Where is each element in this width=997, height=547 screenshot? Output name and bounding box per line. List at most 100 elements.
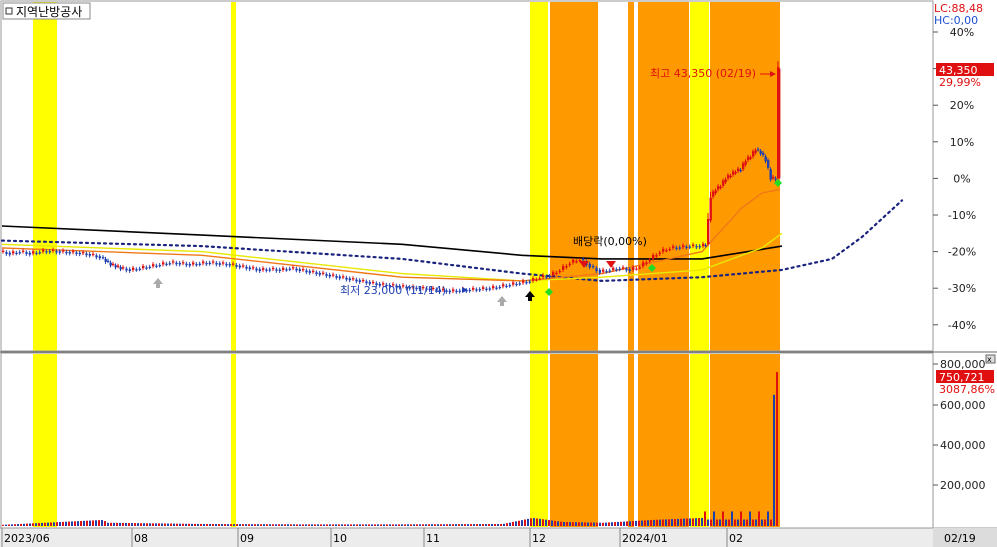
volume-bar <box>269 524 271 526</box>
volume-bar <box>578 522 580 526</box>
volume-bar <box>383 524 385 526</box>
highlight-band <box>530 2 548 351</box>
candle-body <box>45 251 48 253</box>
volume-bar <box>674 519 676 526</box>
volume-bar <box>188 523 190 526</box>
volume-bar <box>293 524 295 526</box>
volume-bar <box>365 524 367 526</box>
candle-body <box>288 268 292 270</box>
volume-bar <box>92 520 94 526</box>
current-date-label: 02/19 <box>944 532 976 545</box>
time-axis-bar <box>0 528 997 547</box>
candle-body <box>148 266 152 269</box>
candle-body <box>302 269 305 271</box>
candle-body <box>65 251 68 254</box>
highlight-band-volume <box>231 354 236 527</box>
candle-body <box>452 289 455 292</box>
volume-bar <box>587 522 589 526</box>
time-tick-label: 2023/06 <box>4 532 50 545</box>
volume-bar <box>251 524 253 526</box>
volume-bar <box>398 524 400 526</box>
volume-bar <box>266 524 268 526</box>
volume-bar <box>392 524 394 526</box>
candle-body <box>538 278 542 280</box>
volume-bar <box>719 519 721 526</box>
volume-bar <box>767 511 769 526</box>
candle-body <box>332 274 335 276</box>
volume-bar <box>179 523 181 526</box>
candle-body <box>548 276 552 278</box>
volume-bar <box>368 524 370 526</box>
volume-bar <box>74 521 76 526</box>
volume-bar <box>773 394 775 526</box>
candle-body <box>665 250 668 252</box>
candle-body <box>515 283 518 286</box>
hc-label: HC:0,00 <box>934 14 978 27</box>
volume-bar <box>53 522 55 526</box>
candle-body <box>707 219 710 245</box>
volume-bar <box>440 524 442 526</box>
candle-body <box>592 266 595 268</box>
time-tick-label: 11 <box>426 532 440 545</box>
volume-bar <box>248 524 250 526</box>
candle-body <box>2 250 5 252</box>
volume-bar <box>668 519 670 526</box>
candle-body <box>338 276 342 279</box>
candle-body <box>48 251 52 253</box>
pct-tick-label: -20% <box>948 246 976 259</box>
candle-body <box>242 265 245 267</box>
volume-bar <box>95 520 97 526</box>
candle-body <box>18 252 22 254</box>
candle-body <box>102 257 105 259</box>
candle-body <box>35 252 38 255</box>
candle-body <box>38 252 42 254</box>
volume-bar <box>371 524 373 526</box>
candle-body <box>772 176 775 179</box>
volume-bar <box>482 524 484 526</box>
candle-body <box>228 264 232 266</box>
volume-bar <box>275 524 277 526</box>
highlight-band-volume <box>628 354 634 527</box>
high-annotation: 최고 43,350 (02/19) <box>650 67 756 80</box>
gray-up-arrow-stem <box>156 284 160 288</box>
volume-bar <box>599 522 601 526</box>
candle-body <box>345 277 348 280</box>
candle-body <box>652 255 655 259</box>
volume-tick-label: 800,000 <box>940 358 986 371</box>
close-x-glyph: x <box>987 355 992 364</box>
candle-body <box>285 269 288 271</box>
volume-bar <box>140 523 142 526</box>
volume-bar <box>149 523 151 526</box>
candle-body <box>218 263 222 265</box>
volume-bar <box>758 511 760 526</box>
volume-bar <box>242 524 244 526</box>
volume-bar <box>323 524 325 526</box>
candle-body <box>498 286 502 289</box>
volume-bar <box>644 520 646 526</box>
candle-body <box>588 263 592 268</box>
stock-chart: 40%30%20%10%0%-10%-20%-30%-40% 800,00060… <box>0 0 997 547</box>
volume-bar <box>101 519 103 526</box>
volume-bar <box>494 524 496 526</box>
square-menu-icon[interactable] <box>5 7 13 15</box>
volume-bar <box>527 518 529 526</box>
candle-body <box>362 280 365 282</box>
candle-body <box>568 263 572 266</box>
volume-bar <box>413 524 415 526</box>
volume-bar <box>389 524 391 526</box>
volume-bar <box>734 519 736 526</box>
candle-body <box>722 180 725 186</box>
volume-bar <box>563 521 565 526</box>
candle-body <box>759 150 762 154</box>
volume-bar <box>629 521 631 526</box>
volume-bar <box>50 522 52 526</box>
candle-body <box>135 269 138 271</box>
candle-body <box>248 267 252 270</box>
volume-bar <box>491 524 493 526</box>
candle-body <box>152 264 155 267</box>
candle-body <box>522 280 525 283</box>
volume-bar <box>185 523 187 526</box>
candle-body <box>172 261 175 263</box>
candle-body <box>714 190 717 194</box>
volume-bar <box>221 524 223 526</box>
